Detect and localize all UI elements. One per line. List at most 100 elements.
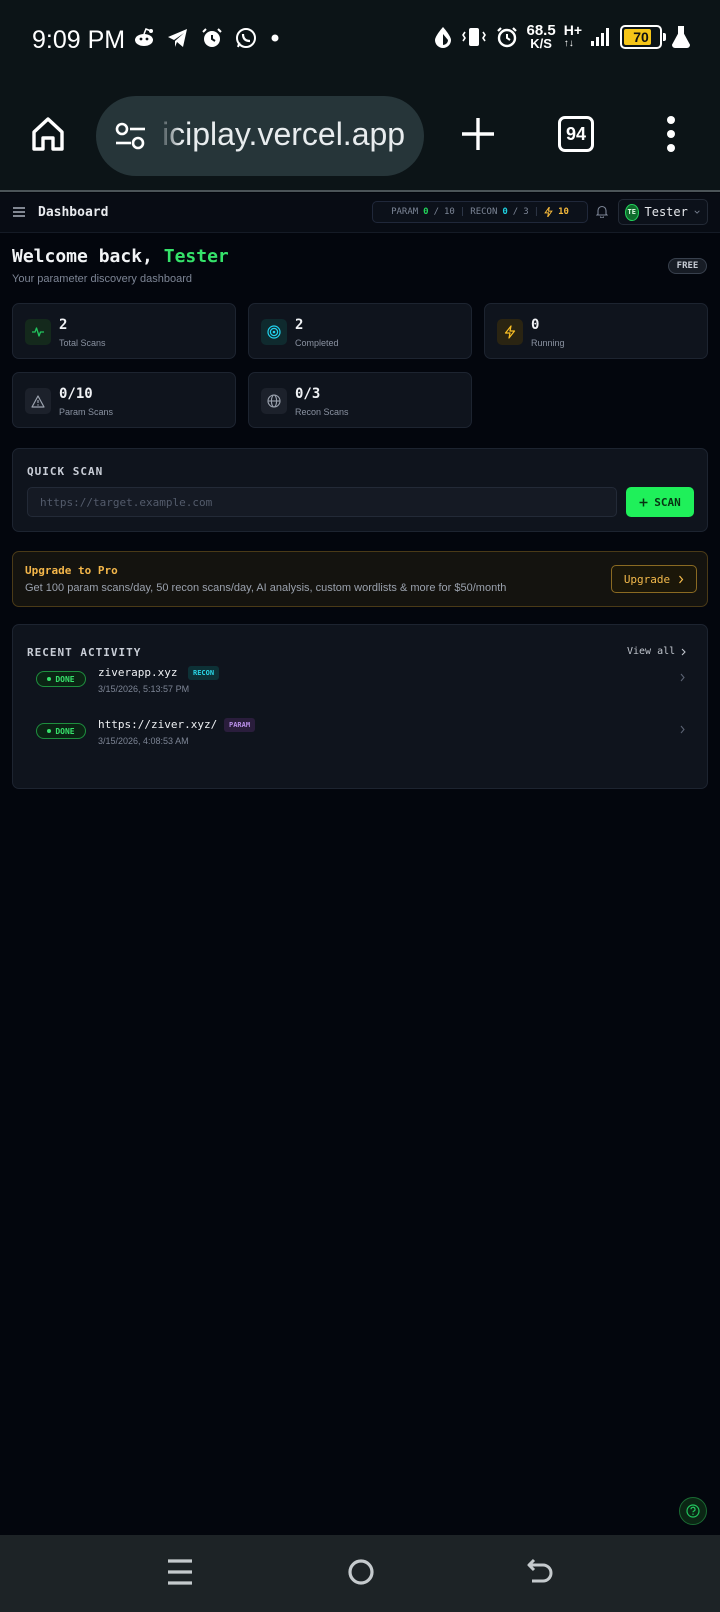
bell-icon[interactable]: [596, 205, 608, 218]
home-icon[interactable]: [28, 114, 68, 154]
stat-value: 0: [531, 317, 540, 333]
chevron-right-icon: [679, 575, 684, 583]
stat-card-total-scans: 2 Total Scans: [12, 303, 236, 359]
back-icon[interactable]: [526, 1557, 554, 1587]
scan-button-label: SCAN: [654, 495, 681, 509]
alarm-status-icon: [496, 27, 517, 48]
browser-toolbar: iciplay.vercel.app 94: [0, 80, 720, 192]
address-bar[interactable]: iciplay.vercel.app: [96, 96, 424, 176]
url-text: iciplay.vercel.app: [162, 116, 406, 152]
view-all-link[interactable]: View all: [627, 646, 686, 657]
stat-value: 0/10: [59, 386, 93, 402]
chevron-down-icon: [694, 210, 700, 214]
water-drop-icon: [434, 27, 451, 48]
scan-target: https://ziver.xyz/: [98, 718, 218, 731]
stat-card-param-scans: 0/10 Param Scans: [12, 372, 236, 428]
flask-icon: [671, 26, 691, 48]
page-subtitle: Your parameter discovery dashboard: [12, 273, 192, 285]
activity-row[interactable]: DONE ziverapp.xyz RECON 3/15/2026, 5:13:…: [23, 657, 699, 701]
scan-timestamp: 3/15/2026, 5:13:57 PM: [98, 684, 190, 694]
stat-card-running: 0 Running: [484, 303, 708, 359]
welcome-greeting: Welcome back,: [12, 246, 153, 267]
user-menu-button[interactable]: TE Tester: [618, 199, 708, 225]
status-bar: 9:09 PM 68.5 K/S H+ ↑↓ 70: [0, 0, 720, 80]
stat-card-recon-scans: 0/3 Recon Scans: [248, 372, 472, 428]
chevron-right-icon: [680, 673, 685, 682]
more-options-icon[interactable]: [664, 114, 678, 154]
reddit-icon: [135, 28, 153, 46]
activity-row[interactable]: DONE https://ziver.xyz/ PARAM 3/15/2026,…: [23, 709, 699, 753]
network-type: H+ ↑↓: [563, 22, 582, 49]
scan-target: ziverapp.xyz: [98, 666, 178, 679]
system-icons: 68.5 K/S H+ ↑↓ 70: [433, 22, 693, 51]
zap-icon: [497, 319, 523, 345]
recon-quota-label: RECON: [470, 207, 498, 217]
stat-label: Total Scans: [59, 338, 106, 348]
status-time: 9:09 PM: [32, 26, 126, 54]
globe-icon: [261, 388, 287, 414]
dot-icon: [271, 34, 279, 42]
notification-icons: [132, 26, 282, 50]
scan-timestamp: 3/15/2026, 4:08:53 AM: [98, 736, 189, 746]
help-button[interactable]: [679, 1497, 707, 1525]
stat-label: Running: [531, 338, 565, 348]
status-badge: DONE: [36, 723, 86, 739]
new-tab-icon[interactable]: [458, 114, 498, 154]
chevron-right-icon: [681, 648, 686, 655]
plan-badge: FREE: [668, 258, 707, 274]
scan-button[interactable]: SCAN: [626, 487, 694, 517]
recon-quota-used: 0: [502, 207, 508, 217]
welcome-username: Tester: [163, 246, 229, 267]
view-all-label: View all: [627, 646, 676, 657]
param-quota-limit: 10: [444, 207, 455, 217]
stat-card-completed: 2 Completed: [248, 303, 472, 359]
welcome-heading: Welcome back, Tester: [12, 246, 229, 267]
chevron-right-icon: [680, 725, 685, 734]
scan-url-input[interactable]: [27, 487, 617, 517]
alarm-icon: [202, 28, 222, 47]
tab-switcher-button[interactable]: 94: [558, 116, 594, 152]
param-quota-label: PARAM: [391, 207, 419, 217]
upgrade-title: Upgrade to Pro: [25, 564, 118, 577]
activity-icon: [25, 319, 51, 345]
scan-type-badge: PARAM: [224, 718, 256, 732]
upgrade-description: Get 100 param scans/day, 50 recon scans/…: [25, 582, 507, 594]
whatsapp-icon: [236, 28, 256, 48]
vibrate-icon: [461, 28, 486, 46]
signal-icon: [591, 28, 609, 46]
plus-icon: [639, 498, 648, 506]
quick-scan-panel: QUICK SCAN SCAN: [12, 448, 708, 532]
recents-icon[interactable]: [166, 1557, 194, 1587]
status-badge: DONE: [36, 671, 86, 687]
alert-triangle-icon: [25, 388, 51, 414]
recon-quota-limit: 3: [523, 207, 529, 217]
quick-scan-title: QUICK SCAN: [27, 465, 104, 478]
target-icon: [261, 319, 287, 345]
home-nav-icon[interactable]: [347, 1557, 375, 1587]
upgrade-button[interactable]: Upgrade: [611, 565, 697, 593]
help-circle-icon: [686, 1504, 700, 1518]
upgrade-button-label: Upgrade: [623, 572, 671, 586]
credits-count: 10: [558, 207, 569, 217]
recent-activity-panel: RECENT ACTIVITY View all DONE ziverapp.x…: [12, 624, 708, 789]
usage-quota: PARAM 0 / 10 | RECON 0 / 3 | 10: [372, 201, 588, 223]
stat-value: 2: [295, 317, 304, 333]
stat-label: Completed: [295, 338, 339, 348]
page-title: Dashboard: [38, 205, 109, 220]
stat-value: 2: [59, 317, 68, 333]
site-settings-icon[interactable]: [114, 122, 148, 150]
avatar: TE: [625, 203, 639, 221]
user-name: Tester: [644, 205, 688, 219]
stat-label: Param Scans: [59, 407, 114, 417]
network-speed: 68.5 K/S: [526, 22, 556, 51]
telegram-icon: [168, 29, 187, 47]
stat-label: Recon Scans: [295, 407, 349, 417]
param-quota-used: 0: [423, 207, 429, 217]
stat-value: 0/3: [295, 386, 321, 402]
system-navigation-bar: [0, 1535, 720, 1612]
scan-type-badge: RECON: [188, 666, 220, 680]
battery-icon: 70: [620, 25, 666, 49]
hamburger-menu-icon[interactable]: [13, 206, 25, 218]
credits-zap-icon: [544, 207, 553, 217]
app-header: Dashboard PARAM 0 / 10 | RECON 0 / 3 | 1…: [0, 193, 720, 233]
